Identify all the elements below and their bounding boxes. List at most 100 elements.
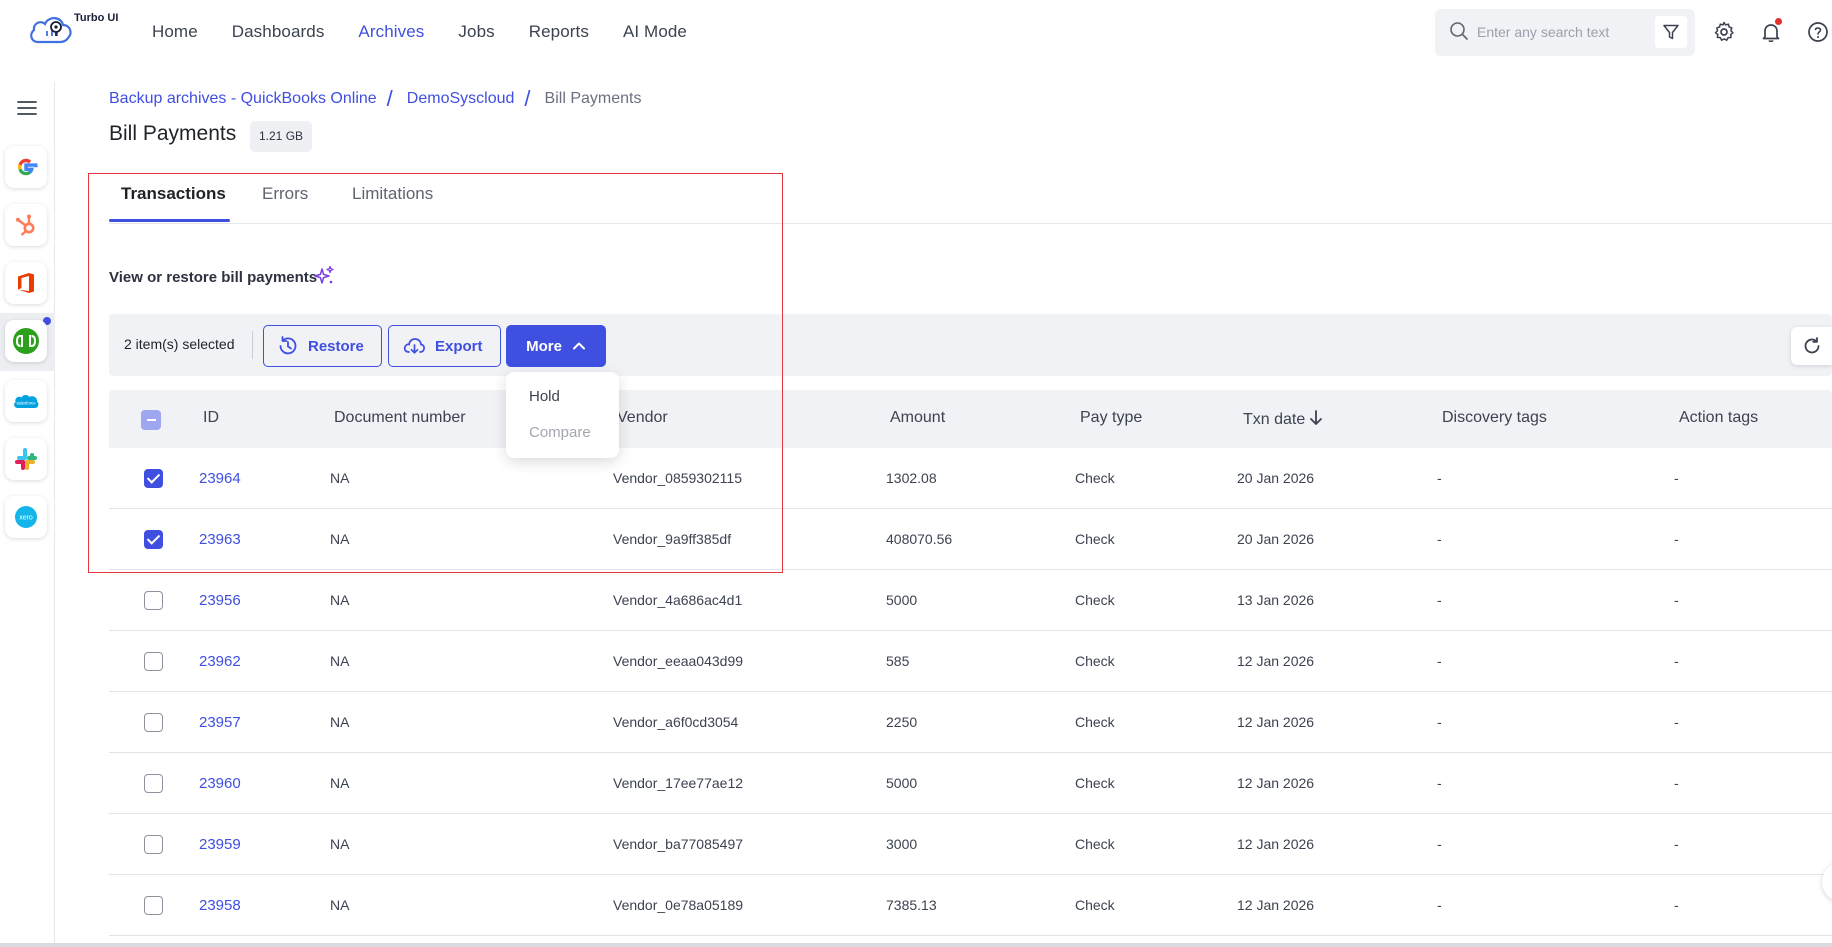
cell-id[interactable]: 23960 xyxy=(199,775,241,792)
column-header-id[interactable]: ID xyxy=(203,409,219,427)
cell-discovery-tags: - xyxy=(1437,592,1442,608)
nav-dashboards[interactable]: Dashboards xyxy=(232,22,325,42)
row-checkbox[interactable] xyxy=(144,713,163,732)
table-row[interactable]: 23958 NA Vendor_0e78a05189 7385.13 Check 12 J… xyxy=(109,875,1832,936)
search-icon xyxy=(1450,22,1468,40)
cell-id[interactable]: 23963 xyxy=(199,531,241,548)
menu-item-hold[interactable]: Hold xyxy=(529,388,560,405)
row-checkbox[interactable] xyxy=(144,469,163,488)
column-header-document-number[interactable]: Document number xyxy=(334,409,466,427)
nav-reports[interactable]: Reports xyxy=(529,22,589,42)
app-office[interactable] xyxy=(5,262,47,304)
tab-limitations[interactable]: Limitations xyxy=(352,184,433,204)
app-quickbooks[interactable] xyxy=(5,320,47,362)
cell-vendor: Vendor_a6f0cd3054 xyxy=(613,714,739,730)
divider xyxy=(252,331,253,359)
cell-id[interactable]: 23964 xyxy=(199,470,241,487)
column-header-action-tags[interactable]: Action tags xyxy=(1679,409,1758,427)
cell-vendor: Vendor_ba77085497 xyxy=(613,836,744,852)
table-row[interactable]: 23956 NA Vendor_4a686ac4d1 5000 Check 13 Jan … xyxy=(109,570,1832,631)
nav-ai-mode[interactable]: AI Mode xyxy=(623,22,687,42)
search-input[interactable] xyxy=(1469,21,1647,43)
cell-id[interactable]: 23959 xyxy=(199,836,241,853)
bottom-scrollbar[interactable] xyxy=(0,943,1832,947)
row-checkbox[interactable] xyxy=(144,835,163,854)
ai-sparkle-icon[interactable] xyxy=(312,264,336,288)
cell-pay-type: Check xyxy=(1075,775,1115,791)
filter-button[interactable] xyxy=(1655,16,1687,48)
nav-archives[interactable]: Archives xyxy=(358,22,424,42)
cell-vendor: Vendor_0859302115 xyxy=(613,470,742,486)
row-checkbox[interactable] xyxy=(144,591,163,610)
hamburger-menu-icon[interactable] xyxy=(16,98,38,118)
refresh-button[interactable] xyxy=(1791,327,1832,365)
table-row[interactable]: 23957 NA Vendor_a6f0cd3054 2250 Check 12 Jan … xyxy=(109,692,1832,753)
cell-txn-date: 12 Jan 2026 xyxy=(1237,653,1315,669)
notifications-button[interactable] xyxy=(1759,18,1783,44)
tab-bar: Transactions Errors Limitations xyxy=(109,174,1832,224)
cell-amount: 7385.13 xyxy=(886,897,937,913)
select-all-checkbox[interactable] xyxy=(141,410,161,430)
cell-vendor: Vendor_9a9ff385df xyxy=(613,531,732,547)
cell-pay-type: Check xyxy=(1075,470,1115,486)
cell-vendor: Vendor_17ee77ae12 xyxy=(613,775,744,791)
column-header-txn-date[interactable]: Txn date xyxy=(1243,409,1324,429)
bill-payments-table: ID Document number Vendor Amount Pay typ… xyxy=(109,390,1832,943)
row-checkbox[interactable] xyxy=(144,652,163,671)
table-row[interactable]: 23959 NA Vendor_ba77085497 3000 Check 12 Jan … xyxy=(109,814,1832,875)
cell-id[interactable]: 23956 xyxy=(199,592,241,609)
cell-txn-date: 12 Jan 2026 xyxy=(1237,714,1315,730)
table-row[interactable]: 23964 NA Vendor_0859302115 1302.08 Check 20 J… xyxy=(109,448,1832,509)
column-header-discovery-tags[interactable]: Discovery tags xyxy=(1442,409,1547,427)
row-checkbox[interactable] xyxy=(144,896,163,915)
restore-button[interactable]: Restore xyxy=(263,325,382,367)
restore-label: Restore xyxy=(308,337,364,355)
column-header-pay-type[interactable]: Pay type xyxy=(1080,409,1142,427)
sort-descending-icon[interactable] xyxy=(1308,409,1324,427)
app-salesforce[interactable]: salesforce xyxy=(5,380,47,422)
app-google[interactable] xyxy=(5,146,47,188)
cell-id[interactable]: 23957 xyxy=(199,714,241,731)
column-header-vendor[interactable]: Vendor xyxy=(617,409,668,427)
table-header: ID Document number Vendor Amount Pay typ… xyxy=(109,390,1832,448)
cell-id[interactable]: 23962 xyxy=(199,653,241,670)
app-slack[interactable] xyxy=(5,438,47,480)
cell-discovery-tags: - xyxy=(1437,897,1442,913)
cloud-download-icon xyxy=(403,338,425,354)
salesforce-icon: salesforce xyxy=(14,394,39,408)
cell-pay-type: Check xyxy=(1075,714,1115,730)
cell-amount: 2250 xyxy=(886,714,918,730)
tab-transactions[interactable]: Transactions xyxy=(121,184,226,204)
row-checkbox[interactable] xyxy=(144,530,163,549)
column-header-amount[interactable]: Amount xyxy=(890,409,945,427)
breadcrumb-backup-archives[interactable]: Backup archives - QuickBooks Online xyxy=(109,90,377,108)
cell-discovery-tags: - xyxy=(1437,531,1442,547)
breadcrumb-demosyscloud[interactable]: DemoSyscloud xyxy=(407,90,515,108)
cell-action-tags: - xyxy=(1674,531,1679,547)
cell-amount: 585 xyxy=(886,653,910,669)
table-row[interactable]: 23962 NA Vendor_eeaa043d99 585 Check 12 Jan 2… xyxy=(109,631,1832,692)
table-row[interactable]: 23960 NA Vendor_17ee77ae12 5000 Check 12 Jan … xyxy=(109,753,1832,814)
cell-document-number: NA xyxy=(330,836,350,852)
cell-amount: 5000 xyxy=(886,592,918,608)
quickbooks-icon xyxy=(13,328,39,354)
settings-gear-icon[interactable] xyxy=(1712,20,1736,44)
cell-txn-date: 20 Jan 2026 xyxy=(1237,470,1315,486)
nav-jobs[interactable]: Jobs xyxy=(458,22,494,42)
cell-id[interactable]: 23958 xyxy=(199,897,241,914)
help-icon[interactable] xyxy=(1806,20,1830,44)
cell-vendor: Vendor_4a686ac4d1 xyxy=(613,592,743,608)
filter-icon xyxy=(1663,24,1679,40)
nav-home[interactable]: Home xyxy=(152,22,198,42)
app-hubspot[interactable] xyxy=(5,204,47,246)
export-button[interactable]: Export xyxy=(388,325,501,367)
row-checkbox[interactable] xyxy=(144,774,163,793)
top-bar: Turbo UI Home Dashboards Archives Jobs R… xyxy=(0,0,1832,64)
app-xero[interactable]: xero xyxy=(5,496,47,538)
cell-action-tags: - xyxy=(1674,653,1679,669)
table-row[interactable]: 23963 NA Vendor_9a9ff385df 408070.56 Check 20… xyxy=(109,509,1832,570)
cell-action-tags: - xyxy=(1674,470,1679,486)
more-button[interactable]: More xyxy=(506,325,606,367)
xero-icon: xero xyxy=(15,506,37,528)
tab-errors[interactable]: Errors xyxy=(262,184,308,204)
